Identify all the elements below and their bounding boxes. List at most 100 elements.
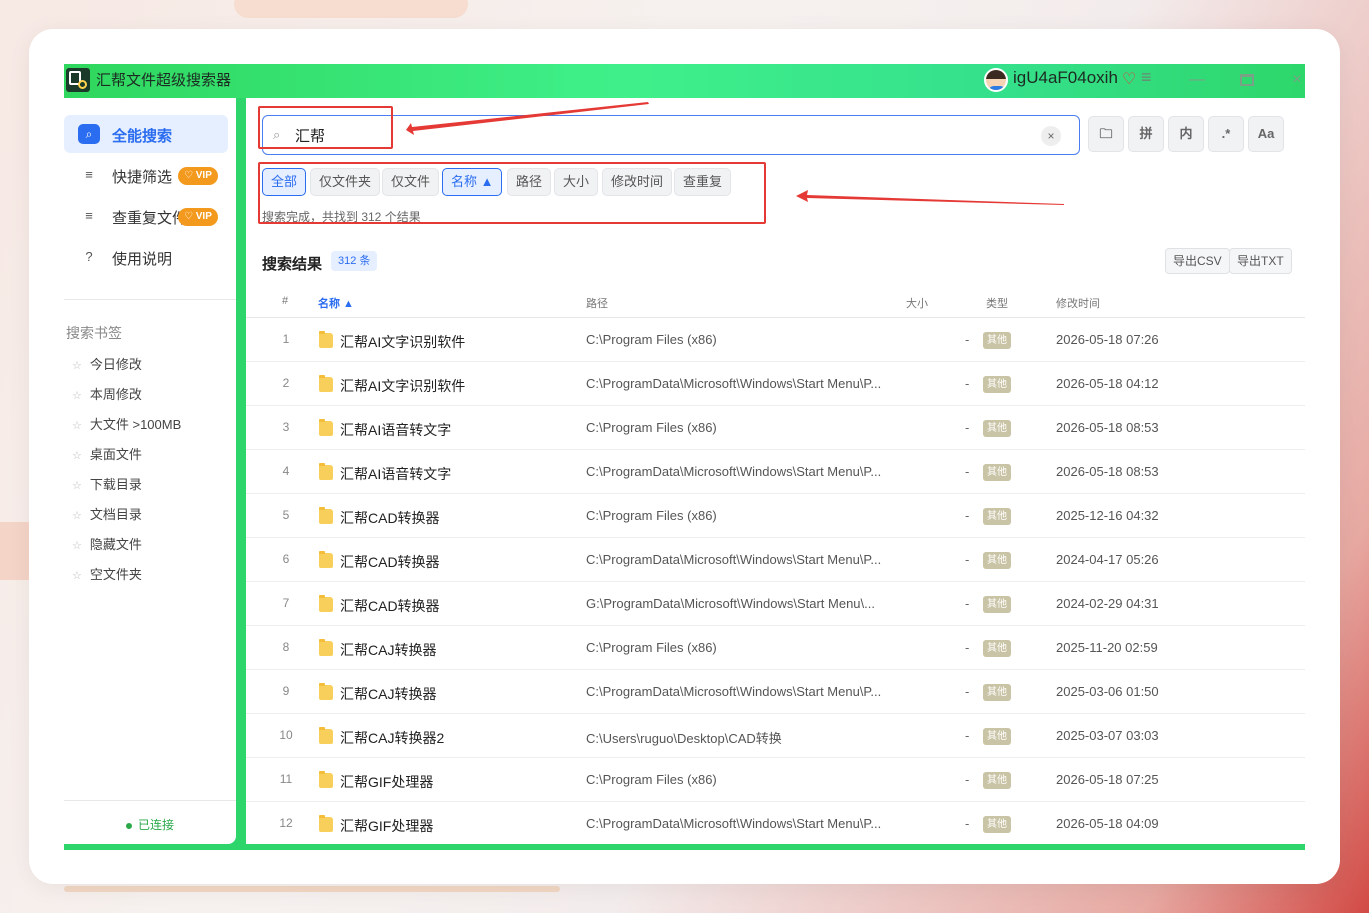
file-size: - xyxy=(965,552,970,567)
annotation-arrows xyxy=(406,102,1064,205)
table-row[interactable]: 9 汇帮CAJ转换器 C:\ProgramData\Microsoft\Window… xyxy=(246,670,1305,714)
file-size: - xyxy=(965,596,970,611)
table-row[interactable]: 3 汇帮AI语音转文字 C:\Program Files (x86) - 2026-05… xyxy=(246,406,1305,450)
bookmark-item[interactable]: ☆ 隐藏文件 xyxy=(72,534,142,553)
star-icon: ☆ xyxy=(72,540,82,552)
annotation-arrow-search xyxy=(406,102,649,135)
modified-time: 2025-11-20 02:59 xyxy=(1056,640,1158,655)
file-path: C:\ProgramData\Microsoft\Windows\Start M… xyxy=(586,816,882,831)
file-name: 汇帮AI语音转文字 xyxy=(340,422,452,438)
file-size: - xyxy=(965,684,970,699)
title-bar[interactable]: 汇帮文件超级搜索器 igU4aF04oxih ♡ ≡ — × xyxy=(64,64,1305,98)
column-header-size[interactable]: 大小 xyxy=(906,295,928,311)
bookmark-item[interactable]: ☆ 空文件夹 xyxy=(72,564,142,583)
bookmark-item[interactable]: ☆ 文档目录 xyxy=(72,504,142,523)
column-header-mtime[interactable]: 修改时间 xyxy=(1056,295,1100,311)
sidebar-item-quick-filter[interactable]: ≡ 快捷筛选 ♡ VIP xyxy=(64,156,228,194)
bookmark-item[interactable]: ☆ 本周修改 xyxy=(72,384,142,403)
bookmark-item[interactable]: ☆ 桌面文件 xyxy=(72,444,142,463)
file-name: 汇帮CAD转换器 xyxy=(340,598,440,614)
file-path: C:\ProgramData\Microsoft\Windows\Start M… xyxy=(586,552,882,567)
type-badge: 其他 xyxy=(983,464,1011,481)
sidebar-item-all-search[interactable]: ⌕ 全能搜索 xyxy=(64,115,228,153)
folder-icon xyxy=(319,507,333,524)
row-number: 10 xyxy=(279,728,293,742)
table-row[interactable]: 5 汇帮CAD转换器 C:\Program Files (x86) - 2025-12-… xyxy=(246,494,1305,538)
sidebar: ⌕ 全能搜索 ≡ 快捷筛选 ♡ VIP ≡ 查重复文件 ♡ VIP ? 使用说明… xyxy=(64,98,236,844)
file-path: G:\ProgramData\Microsoft\Windows\Start M… xyxy=(586,596,875,611)
close-button[interactable]: × xyxy=(1282,66,1305,94)
star-icon: ☆ xyxy=(72,570,82,582)
folder-icon xyxy=(319,771,333,788)
background-decoration xyxy=(234,0,468,18)
file-name: 汇帮CAD转换器 xyxy=(340,554,440,570)
folder-icon xyxy=(319,551,333,568)
file-size: - xyxy=(965,772,970,787)
sidebar-item-duplicates[interactable]: ≡ 查重复文件 ♡ VIP xyxy=(64,197,228,235)
folder-icon xyxy=(319,683,333,700)
menu-icon[interactable]: ≡ xyxy=(1141,67,1152,88)
table-row[interactable]: 1 汇帮AI文字识别软件 C:\Program Files (x86) - 2026-0… xyxy=(246,318,1305,362)
file-name: 汇帮CAJ转换器 xyxy=(340,642,437,658)
table-row[interactable]: 4 汇帮AI语音转文字 C:\ProgramData\Microsoft\Windo… xyxy=(246,450,1305,494)
vip-heart-icon[interactable]: ♡ xyxy=(1122,69,1136,89)
sidebar-item-label: 使用说明 xyxy=(112,251,173,268)
table-row[interactable]: 7 汇帮CAD转换器 G:\ProgramData\Microsoft\Window… xyxy=(246,582,1305,626)
background-decoration xyxy=(0,522,30,580)
table-row[interactable]: 12 汇帮GIF处理器 C:\ProgramData\Microsoft\Windo… xyxy=(246,802,1305,844)
folder-icon xyxy=(319,815,333,832)
file-path: C:\Program Files (x86) xyxy=(586,772,717,787)
column-header-name[interactable]: 名称 ▲ xyxy=(318,295,354,311)
app-title: 汇帮文件超级搜索器 xyxy=(96,72,232,89)
results-count-badge: 312 条 xyxy=(331,251,378,271)
table-row[interactable]: 8 汇帮CAJ转换器 C:\Program Files (x86) - 2025-11-… xyxy=(246,626,1305,670)
file-name: 汇帮GIF处理器 xyxy=(340,774,434,790)
table-row[interactable]: 10 汇帮CAJ转换器2 C:\Users\ruguo\Desktop\CAD转换 -… xyxy=(246,714,1305,758)
table-row[interactable]: 6 汇帮CAD转换器 C:\ProgramData\Microsoft\Window… xyxy=(246,538,1305,582)
type-badge: 其他 xyxy=(983,684,1011,701)
type-badge: 其他 xyxy=(983,420,1011,437)
modified-time: 2024-02-29 04:31 xyxy=(1056,596,1159,611)
modified-time: 2024-04-17 05:26 xyxy=(1056,552,1159,567)
column-header-path[interactable]: 路径 xyxy=(586,295,608,311)
sidebar-item-label: 快捷筛选 xyxy=(112,169,173,186)
search-icon: ⌕ xyxy=(78,124,100,144)
sidebar-item-help[interactable]: ? 使用说明 xyxy=(64,238,228,276)
file-size: - xyxy=(965,816,970,831)
file-name: 汇帮AI文字识别软件 xyxy=(340,378,466,394)
maximize-button[interactable] xyxy=(1232,66,1262,94)
table-row[interactable]: 2 汇帮AI文字识别软件 C:\ProgramData\Microsoft\Wind… xyxy=(246,362,1305,406)
modified-time: 2026-05-18 08:53 xyxy=(1056,420,1159,435)
app-logo-icon xyxy=(66,68,90,92)
user-avatar[interactable] xyxy=(984,68,1008,92)
folder-icon xyxy=(319,331,333,348)
type-badge: 其他 xyxy=(983,816,1011,833)
file-path: C:\ProgramData\Microsoft\Windows\Start M… xyxy=(586,464,882,479)
row-number: 11 xyxy=(279,772,293,786)
export-csv-button[interactable]: 导出CSV xyxy=(1165,248,1230,274)
table-row[interactable]: 11 汇帮GIF处理器 C:\Program Files (x86) - 2026-05… xyxy=(246,758,1305,802)
type-badge: 其他 xyxy=(983,728,1011,745)
bookmark-item[interactable]: ☆ 大文件 >100MB xyxy=(72,414,181,433)
modified-time: 2026-05-18 07:25 xyxy=(1056,772,1159,787)
modified-time: 2026-05-18 04:12 xyxy=(1056,376,1159,391)
star-icon: ☆ xyxy=(72,480,82,492)
divider xyxy=(64,800,236,801)
username[interactable]: igU4aF04oxih xyxy=(1013,68,1118,88)
type-badge: 其他 xyxy=(983,596,1011,613)
row-number: 12 xyxy=(279,816,293,830)
star-icon: ☆ xyxy=(72,390,82,402)
file-size: - xyxy=(965,464,970,479)
bottom-strip xyxy=(236,844,1305,850)
file-name: 汇帮CAD转换器 xyxy=(340,510,440,526)
status-dot-icon xyxy=(125,822,132,829)
row-number: 1 xyxy=(282,332,290,346)
export-txt-button[interactable]: 导出TXT xyxy=(1229,248,1292,274)
bookmark-item[interactable]: ☆ 今日修改 xyxy=(72,354,142,373)
file-size: - xyxy=(965,332,970,347)
minimize-button[interactable]: — xyxy=(1182,66,1212,94)
bookmark-item[interactable]: ☆ 下载目录 xyxy=(72,474,142,493)
row-number: 3 xyxy=(282,420,290,434)
column-header-type[interactable]: 类型 xyxy=(986,295,1008,311)
star-icon: ☆ xyxy=(72,420,82,432)
